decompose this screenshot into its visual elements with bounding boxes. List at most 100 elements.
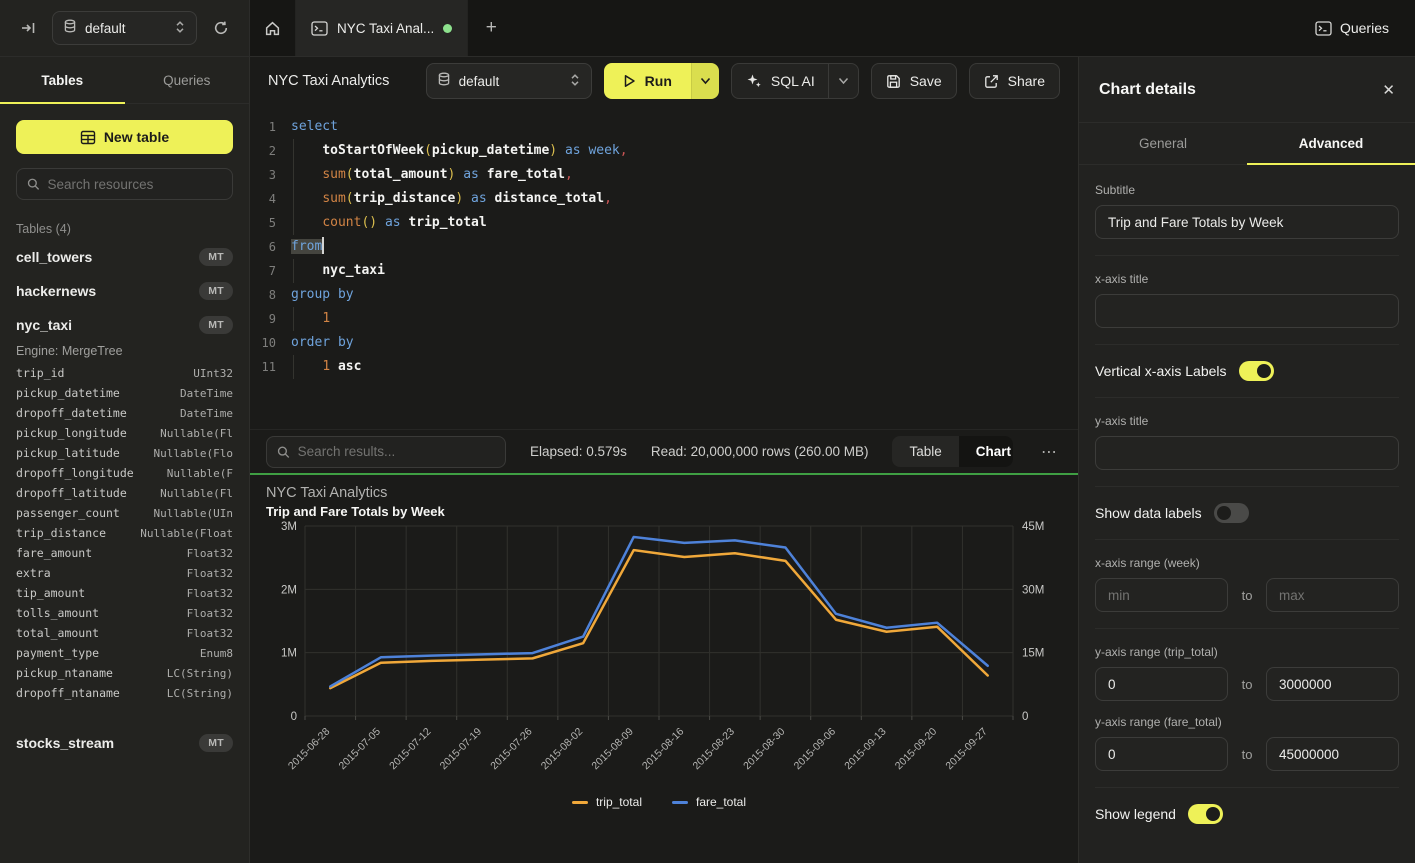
subtitle-label: Subtitle — [1095, 183, 1399, 197]
column-row: dropoff_longitudeNullable(F — [16, 466, 233, 486]
column-type: Nullable(Float — [140, 527, 233, 540]
close-icon[interactable]: ✕ — [1382, 81, 1395, 99]
main-column: NYC Taxi Analytics default Run — [250, 57, 1078, 863]
chart-view-button[interactable]: Chart — [959, 436, 1013, 467]
column-name: dropoff_longitude — [16, 466, 134, 480]
sql-editor[interactable]: 1select2 toStartOfWeek(pickup_datetime) … — [250, 105, 1078, 429]
legend-item-trip_total[interactable]: trip_total — [572, 795, 642, 809]
y-axis-title-input[interactable] — [1095, 436, 1399, 470]
x-range-max-input[interactable] — [1266, 578, 1399, 612]
results-toolbar: Elapsed: 0.579s Read: 20,000,000 rows (2… — [250, 429, 1078, 473]
query-tab-active[interactable]: NYC Taxi Anal... — [296, 0, 468, 56]
chart-panel: NYC Taxi Analytics Trip and Fare Totals … — [250, 475, 1078, 863]
svg-text:2015-08-16: 2015-08-16 — [640, 726, 687, 773]
show-legend-label: Show legend — [1095, 806, 1176, 822]
resource-search-input[interactable] — [48, 177, 222, 192]
editor-line[interactable]: 3 sum(total_amount) as fare_total, — [250, 163, 1078, 187]
save-button[interactable]: Save — [871, 63, 957, 99]
rows-read: Read: 20,000,000 rows (260.00 MB) — [651, 444, 869, 459]
sidebar-tab-queries[interactable]: Queries — [125, 57, 250, 103]
sql-ai-button[interactable]: SQL AI — [731, 63, 859, 99]
editor-line[interactable]: 9 1 — [250, 307, 1078, 331]
svg-text:2015-09-27: 2015-09-27 — [943, 726, 990, 773]
new-tab-button[interactable]: + — [468, 0, 514, 56]
svg-text:2015-09-06: 2015-09-06 — [792, 726, 839, 773]
tab-general[interactable]: General — [1079, 123, 1247, 164]
run-options-caret[interactable] — [691, 63, 719, 99]
column-row: trip_distanceNullable(Float — [16, 526, 233, 546]
x-range-min-input[interactable] — [1095, 578, 1228, 612]
sidebar-table-item[interactable]: hackernewsMT — [16, 274, 233, 308]
column-type: Nullable(UIn — [154, 507, 233, 520]
column-name: tolls_amount — [16, 606, 99, 620]
queries-link[interactable]: Queries — [1315, 0, 1415, 56]
column-name: pickup_datetime — [16, 386, 120, 400]
vertical-labels-toggle[interactable] — [1239, 361, 1274, 381]
svg-text:2015-09-20: 2015-09-20 — [893, 726, 940, 773]
subtitle-input[interactable] — [1095, 205, 1399, 239]
sidebar-tab-tables[interactable]: Tables — [0, 57, 125, 103]
line-number: 4 — [250, 187, 276, 211]
results-search-input[interactable] — [298, 444, 495, 459]
results-search[interactable] — [266, 436, 506, 468]
home-tab[interactable] — [250, 0, 296, 56]
editor-line[interactable]: 1select — [250, 115, 1078, 139]
collapse-sidebar-icon[interactable] — [14, 14, 42, 42]
line-number: 6 — [250, 235, 276, 259]
show-data-labels-row: Show data labels — [1095, 503, 1399, 523]
editor-line[interactable]: 7 nyc_taxi — [250, 259, 1078, 283]
new-table-button[interactable]: New table — [16, 120, 233, 154]
legend-item-fare_total[interactable]: fare_total — [672, 795, 746, 809]
table-view-button[interactable]: Table — [892, 436, 958, 467]
svg-text:2015-08-23: 2015-08-23 — [691, 726, 738, 773]
y-range-trip-min-input[interactable] — [1095, 667, 1228, 701]
editor-line[interactable]: 4 sum(trip_distance) as distance_total, — [250, 187, 1078, 211]
y-range-fare-max-input[interactable] — [1266, 737, 1399, 771]
editor-line[interactable]: 8group by — [250, 283, 1078, 307]
editor-line[interactable]: 6from — [250, 235, 1078, 259]
database-selector-top[interactable]: default — [52, 11, 197, 45]
resource-search[interactable] — [16, 168, 233, 200]
tab-advanced[interactable]: Advanced — [1247, 123, 1415, 164]
database-selector-main[interactable]: default — [426, 63, 592, 99]
column-row: payment_typeEnum8 — [16, 646, 233, 666]
x-axis-title-input[interactable] — [1095, 294, 1399, 328]
svg-text:2015-06-28: 2015-06-28 — [286, 726, 333, 773]
chart-canvas[interactable]: 01M2M3M015M30M45M2015-06-282015-07-05201… — [266, 521, 1062, 793]
svg-text:2015-07-19: 2015-07-19 — [438, 726, 485, 773]
share-button[interactable]: Share — [969, 63, 1060, 99]
search-icon — [277, 445, 290, 459]
column-name: dropoff_ntaname — [16, 686, 120, 700]
editor-line[interactable]: 11 1 asc — [250, 355, 1078, 379]
y-range-fare-min-input[interactable] — [1095, 737, 1228, 771]
show-data-labels-toggle[interactable] — [1214, 503, 1249, 523]
show-legend-toggle[interactable] — [1188, 804, 1223, 824]
vertical-labels-label: Vertical x-axis Labels — [1095, 363, 1227, 379]
svg-text:45M: 45M — [1022, 521, 1044, 533]
column-row: tolls_amountFloat32 — [16, 606, 233, 626]
sql-ai-caret[interactable] — [828, 64, 858, 98]
query-title: NYC Taxi Analytics — [268, 73, 389, 89]
share-label: Share — [1008, 73, 1045, 89]
sidebar-table-item[interactable]: stocks_streamMT — [16, 726, 233, 760]
column-name: dropoff_datetime — [16, 406, 127, 420]
editor-line[interactable]: 2 toStartOfWeek(pickup_datetime) as week… — [250, 139, 1078, 163]
column-type: DateTime — [180, 407, 233, 420]
editor-line[interactable]: 5 count() as trip_total — [250, 211, 1078, 235]
details-header: Chart details ✕ — [1079, 57, 1415, 122]
engine-badge: MT — [199, 316, 233, 334]
terminal-icon — [311, 21, 328, 36]
refresh-icon[interactable] — [207, 14, 235, 42]
sidebar-table-item[interactable]: cell_towersMT — [16, 240, 233, 274]
column-row: dropoff_ntanameLC(String) — [16, 686, 233, 706]
app-root: default NYC Taxi Anal... + Queries — [0, 0, 1415, 863]
top-bar: default NYC Taxi Anal... + Queries — [0, 0, 1415, 57]
y-range-trip-max-input[interactable] — [1266, 667, 1399, 701]
run-button[interactable]: Run — [604, 63, 691, 99]
more-options-icon[interactable]: ⋯ — [1037, 442, 1062, 462]
search-icon — [27, 177, 40, 191]
column-name: payment_type — [16, 646, 99, 660]
editor-line[interactable]: 10order by — [250, 331, 1078, 355]
sidebar-table-item[interactable]: nyc_taxiMT — [16, 308, 233, 342]
line-number: 10 — [250, 331, 276, 355]
